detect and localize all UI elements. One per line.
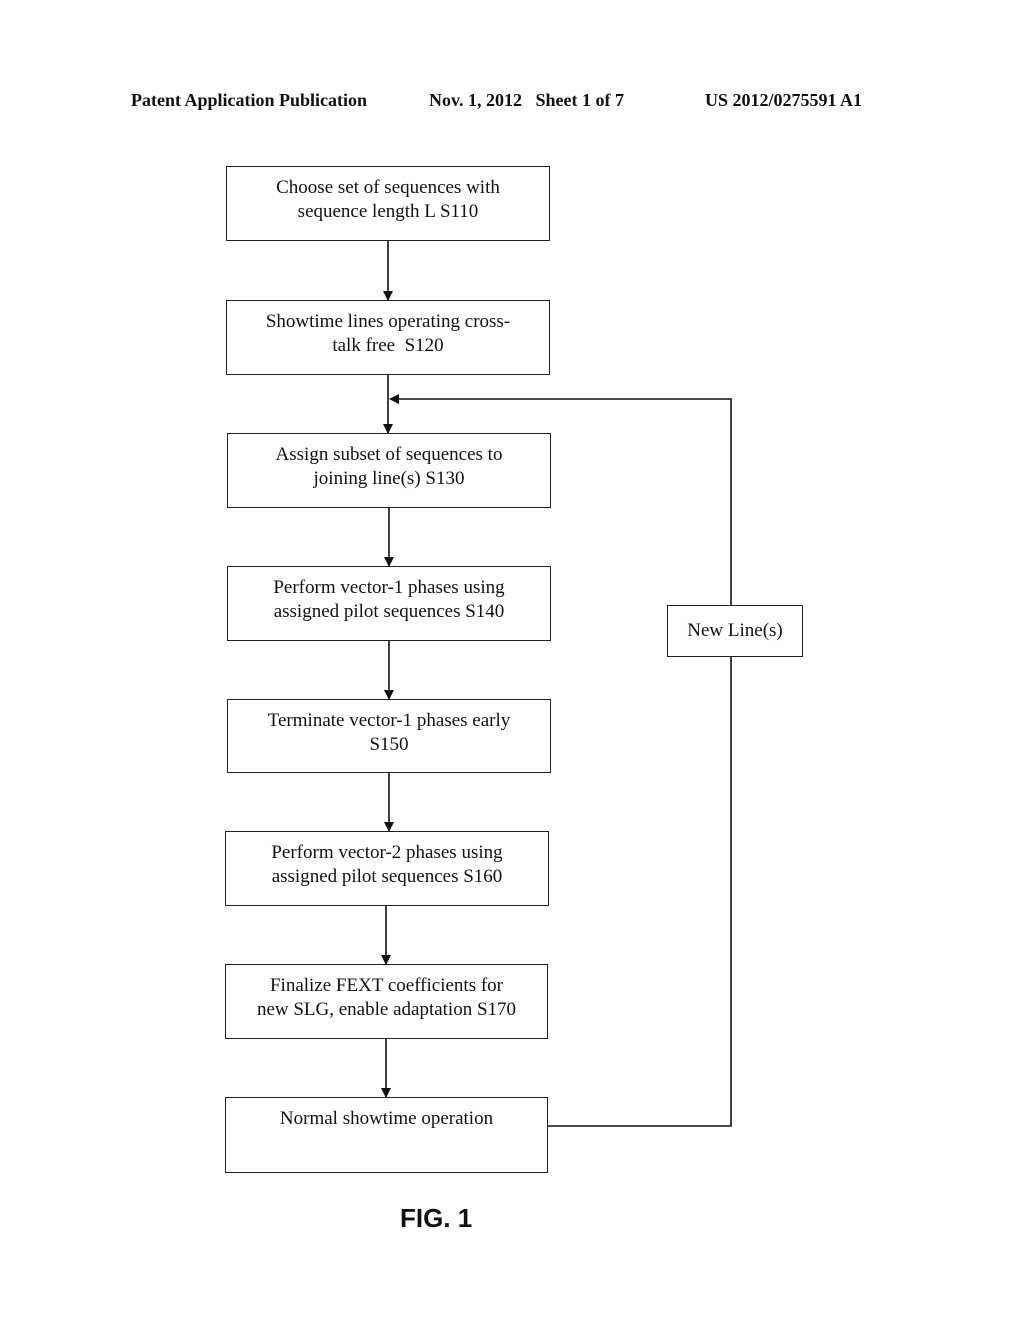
step-text: Choose set of sequences with bbox=[276, 177, 500, 198]
step-text: assigned pilot sequences S160 bbox=[271, 866, 503, 887]
step-box-s120: Showtime lines operating cross- talk fre… bbox=[226, 300, 550, 375]
step-text: joining line(s) S130 bbox=[313, 468, 465, 489]
step-box-s130: Assign subset of sequences to joining li… bbox=[227, 433, 551, 508]
step-text: talk free S120 bbox=[332, 335, 444, 356]
new-lines-label: New Line(s) bbox=[687, 620, 783, 641]
step-box-s160: Perform vector-2 phases using assigned p… bbox=[225, 831, 549, 906]
step-text: Assign subset of sequences to bbox=[275, 444, 503, 465]
figure-caption: FIG. 1 bbox=[400, 1203, 473, 1233]
step-box-s150: Terminate vector-1 phases early S150 bbox=[227, 699, 551, 773]
new-lines-box: New Line(s) bbox=[667, 605, 803, 657]
step-text: Perform vector-2 phases using bbox=[271, 842, 503, 863]
step-box-s140: Perform vector-1 phases using assigned p… bbox=[227, 566, 551, 641]
step-box-s110: Choose set of sequences with sequence le… bbox=[226, 166, 550, 241]
step-box-s170: Finalize FEXT coefficients for new SLG, … bbox=[225, 964, 548, 1039]
step-text: Normal showtime operation bbox=[279, 1108, 494, 1129]
step-box-normal-showtime: Normal showtime operation bbox=[225, 1097, 548, 1173]
step-text: Showtime lines operating cross- bbox=[265, 311, 511, 332]
step-text: assigned pilot sequences S140 bbox=[273, 601, 505, 622]
step-text: S150 bbox=[369, 734, 409, 755]
step-text: new SLG, enable adaptation S170 bbox=[256, 999, 517, 1020]
step-text: Perform vector-1 phases using bbox=[273, 577, 505, 598]
loop-line-lower bbox=[547, 657, 732, 1127]
step-text: sequence length L S110 bbox=[297, 201, 479, 222]
step-text: Finalize FEXT coefficients for bbox=[269, 975, 504, 996]
step-text: Terminate vector-1 phases early bbox=[267, 710, 511, 731]
